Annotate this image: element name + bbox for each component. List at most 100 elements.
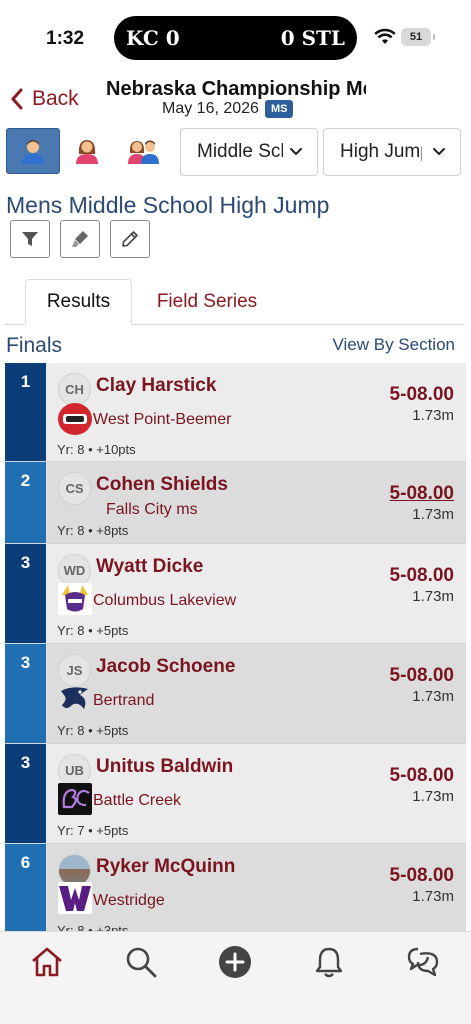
viking-logo-icon <box>62 585 88 612</box>
w-logo-icon <box>59 886 91 911</box>
team-logo <box>58 583 92 615</box>
wifi-icon <box>374 28 396 51</box>
home-icon <box>32 947 62 977</box>
athlete-name[interactable]: Unitus Baldwin <box>96 756 233 778</box>
athlete-name[interactable]: Ryker McQuinn <box>96 856 235 878</box>
filter-button[interactable] <box>10 220 50 258</box>
bottom-nav <box>0 931 471 1024</box>
mark-metric: 1.73m <box>412 588 454 605</box>
athlete-name[interactable]: Clay Harstick <box>96 375 216 397</box>
athlete-year: Yr: 8 <box>57 442 85 457</box>
event-value: High Jump <box>340 141 422 162</box>
athlete-year: Yr: 8 <box>57 623 85 638</box>
team-name[interactable]: Battle Creek <box>93 792 181 810</box>
nav-home-button[interactable] <box>27 942 67 982</box>
highlight-button[interactable] <box>60 220 100 258</box>
mark-imperial[interactable]: 5-08.00 <box>390 483 454 505</box>
team-name[interactable]: Westridge <box>93 892 165 910</box>
athlete-points: +10pts <box>96 442 136 457</box>
result-row[interactable]: 2 CS Cohen Shields Falls City ms Yr: 8 •… <box>5 462 466 544</box>
team-logo <box>58 783 92 815</box>
gender-coed-button[interactable] <box>117 128 171 174</box>
result-row[interactable]: 3 WD Wyatt Dicke Columbus Lakeview Yr: 8… <box>5 544 466 644</box>
filter-icon <box>22 232 38 246</box>
result-row[interactable]: 3 JS Jacob Schoene Bertrand Yr: 8 • +5pt… <box>5 644 466 744</box>
female-icon <box>76 140 98 164</box>
athlete-name[interactable]: Jacob Schoene <box>96 656 235 678</box>
result-row[interactable]: 3 UB Unitus Baldwin Battle Creek Yr: 7 •… <box>5 744 466 844</box>
gender-female-button[interactable] <box>60 128 114 174</box>
place-number: 1 <box>5 363 46 461</box>
bc-logo-icon <box>62 788 90 809</box>
section-title: Finals <box>6 334 63 357</box>
tab-field-series[interactable]: Field Series <box>152 279 262 325</box>
team-name[interactable]: Bertrand <box>93 692 154 710</box>
place-number: 3 <box>5 544 46 643</box>
mark-metric: 1.73m <box>412 407 454 424</box>
team-name[interactable]: West Point-Beemer <box>93 411 231 429</box>
athlete-points: +5pts <box>96 623 129 638</box>
clock: 1:32 <box>46 28 85 49</box>
mark-imperial: 5-08.00 <box>389 665 454 686</box>
team-logo <box>58 882 92 914</box>
place-number: 3 <box>5 644 46 743</box>
chevron-left-icon <box>11 88 23 110</box>
pencil-icon <box>122 231 138 247</box>
chevron-down-icon <box>433 148 445 156</box>
battery-icon: 51 <box>401 28 435 46</box>
back-button[interactable]: Back <box>10 84 79 114</box>
athlete-meta: Yr: 8 • +8pts <box>57 523 129 538</box>
team-logo <box>58 683 92 715</box>
edit-button[interactable] <box>110 220 150 258</box>
athlete-meta: Yr: 7 • +5pts <box>57 823 129 838</box>
division-select[interactable]: Middle School <box>180 128 318 176</box>
nav-notifications-button[interactable] <box>309 942 349 982</box>
view-by-section-link[interactable]: View By Section <box>332 335 455 355</box>
nav-search-button[interactable] <box>121 942 161 982</box>
place-number: 2 <box>5 462 46 543</box>
chat-icon <box>407 947 439 977</box>
nav-messages-button[interactable] <box>403 942 443 982</box>
athlete-meta: Yr: 8 • +10pts <box>57 442 136 457</box>
place-number: 6 <box>5 844 46 931</box>
team-name[interactable]: Columbus Lakeview <box>93 592 236 610</box>
mark-imperial: 5-08.00 <box>389 865 454 886</box>
mark-metric: 1.73m <box>412 506 454 523</box>
cadet-logo-icon <box>63 414 87 424</box>
mark-metric: 1.73m <box>412 688 454 705</box>
nav-add-button[interactable] <box>215 942 255 982</box>
meet-date-row: May 16, 2026 MS <box>162 100 294 118</box>
tab-results[interactable]: Results <box>25 279 132 325</box>
athlete-points: +3pts <box>96 923 129 931</box>
gender-male-button[interactable] <box>6 128 60 174</box>
athlete-avatar: CH <box>58 373 91 406</box>
mark-metric: 1.73m <box>412 888 454 905</box>
team-name[interactable]: Falls City ms <box>106 501 198 519</box>
division-value: Middle School <box>197 141 283 162</box>
athlete-year: Yr: 8 <box>57 723 85 738</box>
athlete-name[interactable]: Wyatt Dicke <box>96 556 203 578</box>
app-screen: 1:32 KC 0 0 STL 51 Back Nebraska Champio… <box>0 0 471 1024</box>
athlete-year: Yr: 8 <box>57 923 85 931</box>
result-row[interactable]: 1 CH Clay Harstick West Point-Beemer Yr:… <box>5 363 466 462</box>
athlete-meta: Yr: 8 • +3pts <box>57 923 128 931</box>
athlete-meta: Yr: 8 • +5pts <box>57 623 129 638</box>
event-title: Mens Middle School High Jump <box>6 192 330 218</box>
result-row[interactable]: 6 Ryker McQuinn Westridge Yr: 8 • +3pts … <box>5 844 466 931</box>
team-logo <box>58 403 92 435</box>
meet-date: May 16, 2026 <box>162 100 259 117</box>
away-score: KC 0 <box>126 26 180 50</box>
athlete-points: +5pts <box>96 823 129 838</box>
event-select[interactable]: High Jump <box>323 128 461 176</box>
back-label: Back <box>32 87 79 110</box>
hawk-logo-icon <box>61 687 88 709</box>
athlete-avatar: CS <box>58 472 91 505</box>
athlete-name[interactable]: Cohen Shields <box>96 474 228 496</box>
search-icon <box>126 947 157 978</box>
male-icon <box>22 140 44 164</box>
athlete-year: Yr: 8 <box>57 523 85 538</box>
chevron-down-icon <box>290 148 302 156</box>
coed-icon <box>128 140 159 164</box>
results-list: 1 CH Clay Harstick West Point-Beemer Yr:… <box>5 363 466 931</box>
dynamic-island-scoreboard[interactable]: KC 0 0 STL <box>114 16 357 60</box>
